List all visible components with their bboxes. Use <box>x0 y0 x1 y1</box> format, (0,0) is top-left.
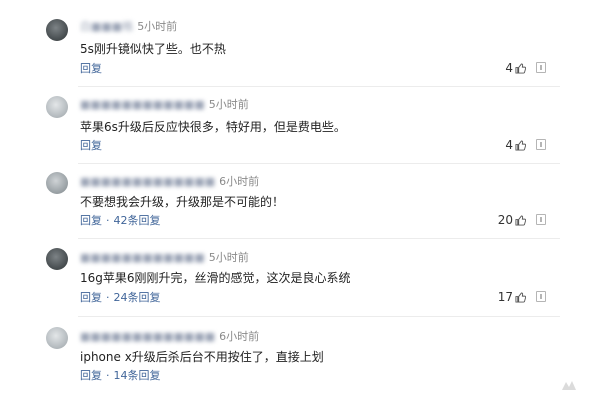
comment-text: iphone x升级后杀后台不用按住了，直接上划 <box>80 350 324 364</box>
comment-time: 5小时前 <box>208 251 249 264</box>
replies-link[interactable]: 24条回复 <box>114 289 161 305</box>
comment-time: 6小时前 <box>219 175 260 188</box>
avatar[interactable] <box>46 19 68 41</box>
avatar[interactable] <box>46 327 68 349</box>
separator-dot: · <box>106 368 110 382</box>
comment-username[interactable]: ■■■■■■■■■■■■■ <box>80 330 215 343</box>
divider <box>78 238 560 239</box>
comment-text: 5s刚升镜似快了些。也不热 <box>80 42 226 56</box>
thumbs-up-icon <box>515 291 526 303</box>
avatar[interactable] <box>46 248 68 270</box>
comment-username[interactable]: 白■■■格 <box>80 18 133 34</box>
separator-dot: · <box>106 213 110 227</box>
reply-button[interactable]: 回复 <box>80 212 102 228</box>
divider <box>78 163 560 164</box>
thumbs-up-icon <box>515 139 526 151</box>
watermark-icon <box>562 381 576 390</box>
comment-username[interactable]: ■■■■■■■■■■■■ <box>80 98 205 111</box>
like-count: 17 <box>497 290 513 304</box>
avatar[interactable] <box>46 96 68 118</box>
like-count: 4 <box>505 61 513 75</box>
reply-button[interactable]: 回复 <box>80 367 102 383</box>
like-button[interactable]: 17 <box>498 290 526 304</box>
like-count: 20 <box>497 213 513 227</box>
like-button[interactable]: 20 <box>498 213 526 227</box>
divider <box>78 316 560 317</box>
comment-text: 不要想我会升级，升级那是不可能的！ <box>80 195 285 209</box>
reply-button[interactable]: 回复 <box>80 60 102 76</box>
report-icon[interactable] <box>536 291 546 302</box>
avatar[interactable] <box>46 172 68 194</box>
like-button[interactable]: 4 <box>505 61 526 75</box>
replies-link[interactable]: 14条回复 <box>114 367 161 383</box>
comment-time: 6小时前 <box>219 330 260 343</box>
comment-text: 16g苹果6刚刚升完，丝滑的感觉，这次是良心系统 <box>80 271 351 285</box>
reply-button[interactable]: 回复 <box>80 289 102 305</box>
reply-button[interactable]: 回复 <box>80 137 102 153</box>
comment-username[interactable]: ■■■■■■■■■■■■ <box>80 251 205 264</box>
thumbs-up-icon <box>515 62 526 74</box>
divider <box>78 86 560 87</box>
separator-dot: · <box>106 290 110 304</box>
report-icon[interactable] <box>536 139 546 150</box>
comment-time: 5小时前 <box>208 98 249 111</box>
comment-username[interactable]: ■■■■■■■■■■■■■ <box>80 175 215 188</box>
report-icon[interactable] <box>536 214 546 225</box>
like-count: 4 <box>505 138 513 152</box>
comment-time: 5小时前 <box>137 20 178 33</box>
comment-text: 苹果6s升级后反应快很多，特好用，但是费电些。 <box>80 120 346 134</box>
like-button[interactable]: 4 <box>505 138 526 152</box>
replies-link[interactable]: 42条回复 <box>114 212 161 228</box>
thumbs-up-icon <box>515 214 526 226</box>
report-icon[interactable] <box>536 62 546 73</box>
